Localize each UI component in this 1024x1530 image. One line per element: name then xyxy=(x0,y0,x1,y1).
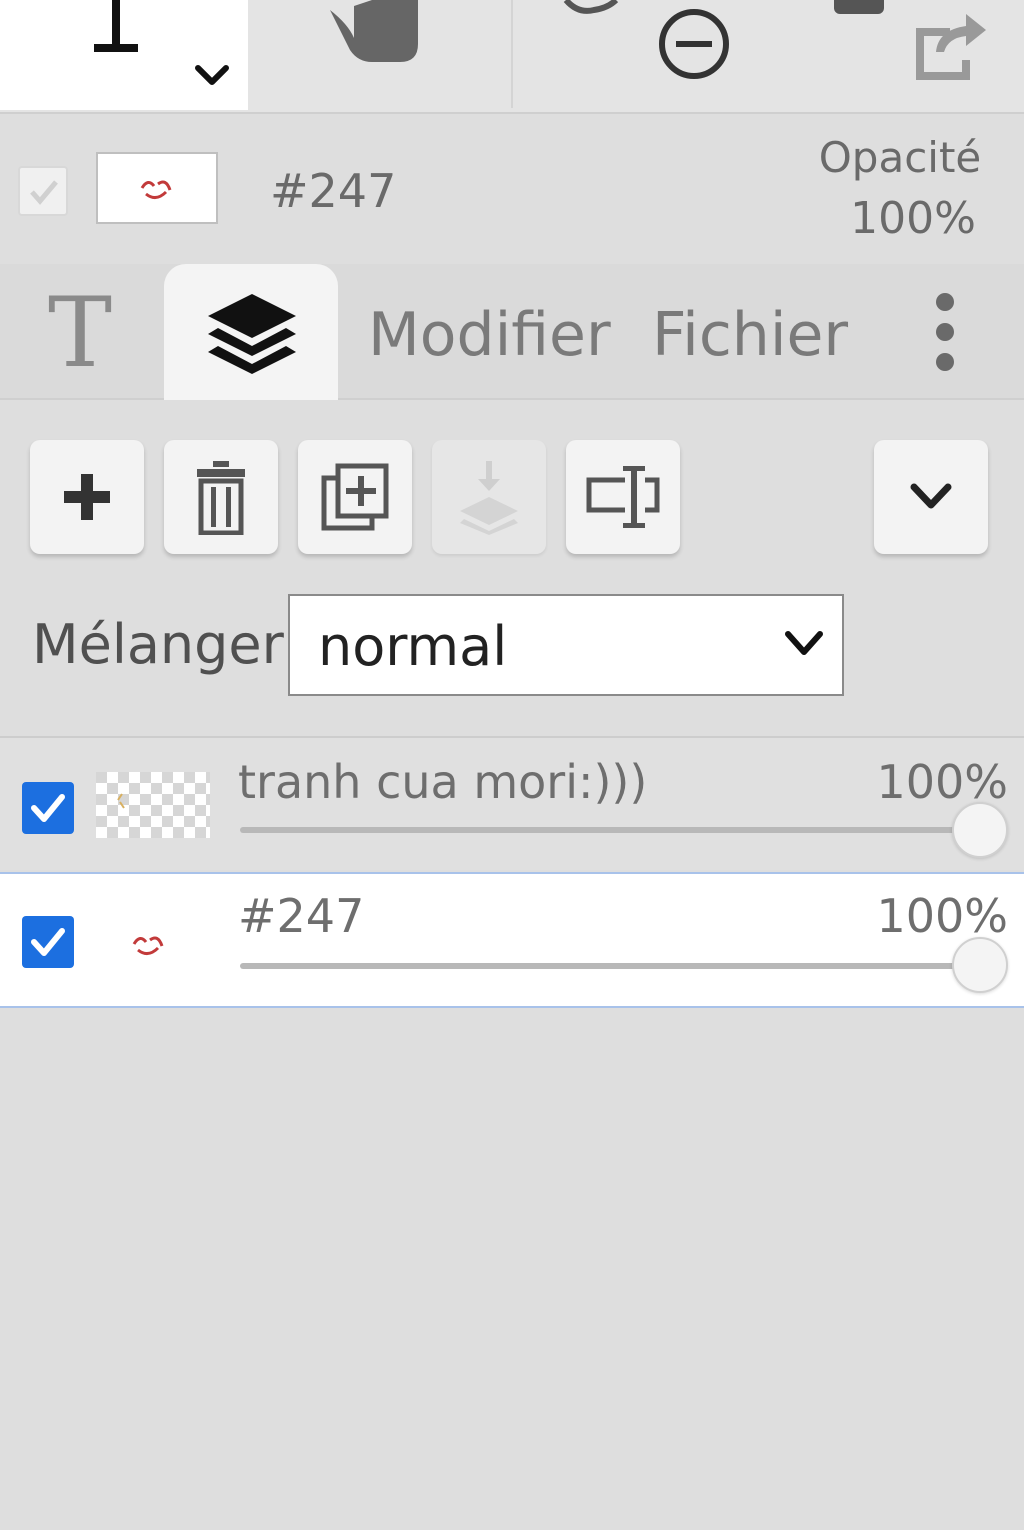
opacity-value[interactable]: 100% xyxy=(800,192,1024,246)
text-field-icon xyxy=(586,466,660,528)
checkmark-icon xyxy=(31,794,65,822)
more-vertical-icon xyxy=(936,293,954,371)
add-layer-button[interactable] xyxy=(30,440,144,554)
trash-icon xyxy=(197,461,245,535)
duplicate-icon xyxy=(321,463,389,531)
blend-mode-value: normal xyxy=(318,615,508,678)
merge-down-icon xyxy=(460,461,518,535)
layer-row-selected[interactable]: #247 100% xyxy=(0,872,1024,1008)
export-icon xyxy=(916,14,986,80)
layer-opacity-value: 100% xyxy=(876,889,1008,943)
drawing-thumbnail-icon xyxy=(140,180,172,199)
merge-down-button[interactable] xyxy=(432,440,546,554)
layer-visibility-checkbox[interactable] xyxy=(22,916,74,968)
layer-visibility-checkbox[interactable] xyxy=(22,782,74,834)
blend-mode-label: Mélanger xyxy=(32,613,284,676)
chevron-down-icon xyxy=(195,65,229,85)
more-options-button[interactable] xyxy=(920,290,970,380)
hand-icon xyxy=(330,0,418,62)
pan-tool-button[interactable] xyxy=(320,0,430,70)
layer-row[interactable]: tranh cua mori:))) 100% xyxy=(0,738,1024,870)
transparent-layer-thumbnail xyxy=(96,772,210,838)
layer-opacity-value: 100% xyxy=(876,755,1008,809)
text-cursor-icon xyxy=(94,0,138,52)
rename-layer-button[interactable] xyxy=(566,440,680,554)
tab-fichier[interactable]: Fichier xyxy=(652,300,848,370)
layer-name: #247 xyxy=(238,889,365,943)
layer-name: tranh cua mori:))) xyxy=(238,755,648,809)
text-tab-icon: T xyxy=(48,277,113,389)
opacity-label: Opacité xyxy=(818,133,982,182)
tab-modifier[interactable]: Modifier xyxy=(368,300,611,370)
zoom-out-button[interactable] xyxy=(652,6,736,82)
zoom-out-icon xyxy=(659,9,729,79)
checkmark-icon xyxy=(31,928,65,956)
tab-layers[interactable] xyxy=(164,264,338,400)
layer-options-dropdown-button[interactable] xyxy=(874,440,988,554)
chevron-down-icon xyxy=(785,631,823,655)
layer-opacity-slider[interactable] xyxy=(240,963,980,969)
plus-icon xyxy=(64,474,110,520)
export-button[interactable] xyxy=(910,4,990,80)
layers-icon xyxy=(208,294,296,374)
checkmark-icon xyxy=(30,180,58,205)
tab-text[interactable]: T xyxy=(28,278,138,388)
delete-layer-button[interactable] xyxy=(164,440,278,554)
toolbar-partial-icon xyxy=(834,0,884,14)
current-layer-name: #247 xyxy=(270,164,397,218)
redo-icon xyxy=(563,0,619,14)
layer-thumbnail xyxy=(132,936,164,955)
toolbar-divider xyxy=(511,0,513,108)
layer-thumbnail xyxy=(96,152,218,224)
text-tool-button[interactable] xyxy=(0,0,248,110)
slider-handle[interactable] xyxy=(952,802,1008,858)
slider-handle[interactable] xyxy=(952,937,1008,993)
toolbar-partial-button[interactable] xyxy=(560,0,630,16)
chevron-down-icon xyxy=(910,483,952,509)
layer-opacity-slider[interactable] xyxy=(240,827,980,833)
layer-visibility-checkbox[interactable] xyxy=(18,166,68,216)
duplicate-layer-button[interactable] xyxy=(298,440,412,554)
